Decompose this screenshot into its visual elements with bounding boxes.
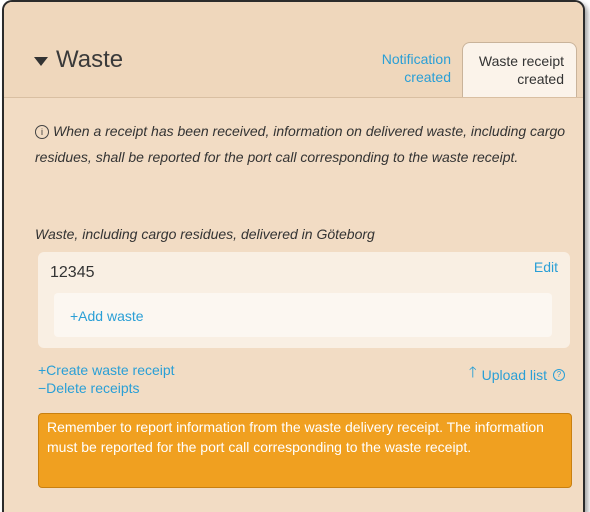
help-icon[interactable]: ?: [553, 368, 565, 381]
add-waste-row: +Add waste: [54, 293, 552, 337]
tab-receipt-line-1: Waste receipt: [478, 53, 564, 69]
section-title: Waste: [56, 46, 124, 73]
info-icon: i: [35, 125, 49, 139]
upload-list-label: Upload list: [481, 366, 547, 383]
waste-receipt-card: 12345 Edit +Add waste: [38, 252, 570, 348]
upload-arrow-icon: 🡑: [468, 364, 477, 381]
receipt-number: 12345: [50, 264, 95, 281]
tab-notification-line-2: created: [404, 69, 451, 85]
caret-down-icon[interactable]: [34, 56, 48, 66]
tab-receipt-line-2: created: [517, 71, 564, 87]
delete-receipts-link[interactable]: −Delete receipts: [38, 380, 140, 396]
section-toggle[interactable]: Waste: [34, 46, 123, 74]
create-waste-receipt-link[interactable]: +Create waste receipt: [38, 362, 175, 378]
info-message: i When a receipt has been received, infor…: [35, 118, 575, 170]
tab-waste-receipt-created[interactable]: Waste receipt created: [462, 42, 577, 97]
info-text: When a receipt has been received, inform…: [35, 123, 566, 165]
upload-list-link[interactable]: 🡑 Upload list ?: [469, 362, 565, 387]
add-waste-link[interactable]: +Add waste: [70, 308, 144, 324]
tab-notification-created[interactable]: Notification created: [359, 50, 451, 86]
tab-notification-line-1: Notification: [381, 51, 451, 67]
edit-link[interactable]: Edit: [534, 259, 558, 275]
warning-text: Remember to report information from the …: [47, 419, 544, 455]
warning-banner: Remember to report information from the …: [38, 413, 572, 488]
panel-header: Waste Notification created Waste receipt…: [4, 2, 583, 98]
waste-panel: Waste Notification created Waste receipt…: [2, 0, 585, 512]
delivered-waste-label: Waste, including cargo residues, deliver…: [35, 226, 375, 242]
